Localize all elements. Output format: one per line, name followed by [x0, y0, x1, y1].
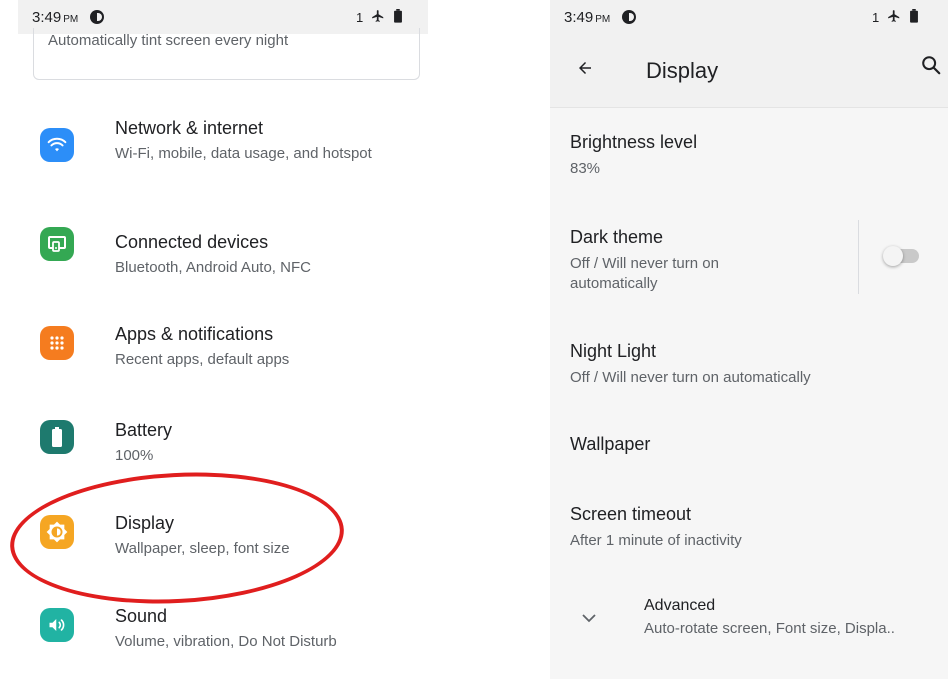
sim-indicator: 1: [872, 9, 880, 25]
volume-icon: [40, 608, 74, 642]
settings-item-connected-devices[interactable]: Connected devices Bluetooth, Android Aut…: [40, 227, 420, 282]
item-subtitle: Wi-Fi, mobile, data usage, and hotspot: [115, 145, 372, 162]
status-icons: 1: [872, 8, 919, 26]
status-time: 3:49 PM: [32, 8, 79, 26]
pref-title: Night Light: [570, 341, 657, 361]
battery-status-icon: [393, 8, 403, 26]
pref-title: Dark theme: [570, 227, 664, 247]
settings-item-network[interactable]: Network & internet Wi-Fi, mobile, data u…: [40, 118, 420, 188]
settings-item-apps[interactable]: Apps & notifications Recent apps, defaul…: [40, 324, 420, 374]
connected-devices-icon: [40, 227, 74, 261]
toggle-knob: [883, 246, 903, 266]
pref-title: Advanced: [644, 597, 716, 614]
chevron-down-icon[interactable]: [582, 610, 596, 628]
item-title: Apps & notifications: [115, 324, 274, 344]
wifi-icon: [40, 128, 74, 162]
item-title: Battery: [115, 420, 173, 440]
pref-summary: Off / Will never turn on automatically: [570, 369, 811, 386]
airplane-mode-icon: [371, 9, 385, 26]
item-subtitle: 100%: [115, 447, 154, 464]
dark-theme-toggle[interactable]: [883, 246, 919, 266]
pref-summary: After 1 minute of inactivity: [570, 532, 742, 549]
pref-title: Wallpaper: [570, 434, 651, 454]
pref-dark-theme[interactable]: Dark theme Off / Will never turn on auto…: [570, 227, 830, 294]
pref-summary: Off / Will never turn on automatically: [570, 255, 719, 292]
display-highlight-circle: [6, 464, 348, 612]
night-light-suggestion-card[interactable]: Automatically tint screen every night: [33, 28, 420, 80]
right-status-bar: 3:49 PM 1: [550, 0, 948, 34]
settings-item-battery[interactable]: Battery 100%: [40, 420, 420, 470]
app-bar: Display: [550, 34, 948, 108]
toggle-divider: [858, 220, 859, 294]
settings-item-sound[interactable]: Sound Volume, vibration, Do Not Disturb: [40, 606, 420, 656]
item-subtitle: Volume, vibration, Do Not Disturb: [115, 633, 337, 650]
pref-advanced[interactable]: Advanced Auto-rotate screen, Font size, …: [644, 597, 895, 639]
pref-title: Brightness level: [570, 132, 698, 152]
apps-grid-icon: [40, 326, 74, 360]
item-title: Connected devices: [115, 232, 269, 252]
pref-summary: 83%: [570, 160, 601, 177]
pref-title: Screen timeout: [570, 504, 692, 524]
suggestion-text: Automatically tint screen every night: [48, 32, 289, 49]
item-subtitle: Bluetooth, Android Auto, NFC: [115, 259, 311, 276]
airplane-mode-icon: [887, 9, 901, 26]
data-saver-icon: [90, 10, 105, 24]
status-time: 3:49 PM: [564, 8, 611, 26]
page-title: Display: [646, 58, 719, 83]
sim-indicator: 1: [356, 9, 364, 25]
battery-status-icon: [909, 8, 919, 26]
battery-icon: [40, 420, 74, 454]
item-title: Sound: [115, 606, 168, 626]
pref-night-light[interactable]: Night Light Off / Will never turn on aut…: [570, 341, 811, 388]
search-icon[interactable]: [920, 54, 942, 81]
back-arrow-icon[interactable]: [576, 56, 594, 84]
data-saver-icon: [622, 10, 637, 24]
pref-brightness-level[interactable]: Brightness level 83%: [570, 132, 697, 179]
item-subtitle: Recent apps, default apps: [115, 351, 290, 368]
pref-screen-timeout[interactable]: Screen timeout After 1 minute of inactiv…: [570, 504, 742, 551]
item-title: Network & internet: [115, 118, 264, 138]
status-icons: 1: [356, 8, 403, 26]
pref-wallpaper[interactable]: Wallpaper: [570, 434, 650, 455]
pref-summary: Auto-rotate screen, Font size, Displa..: [644, 620, 895, 637]
